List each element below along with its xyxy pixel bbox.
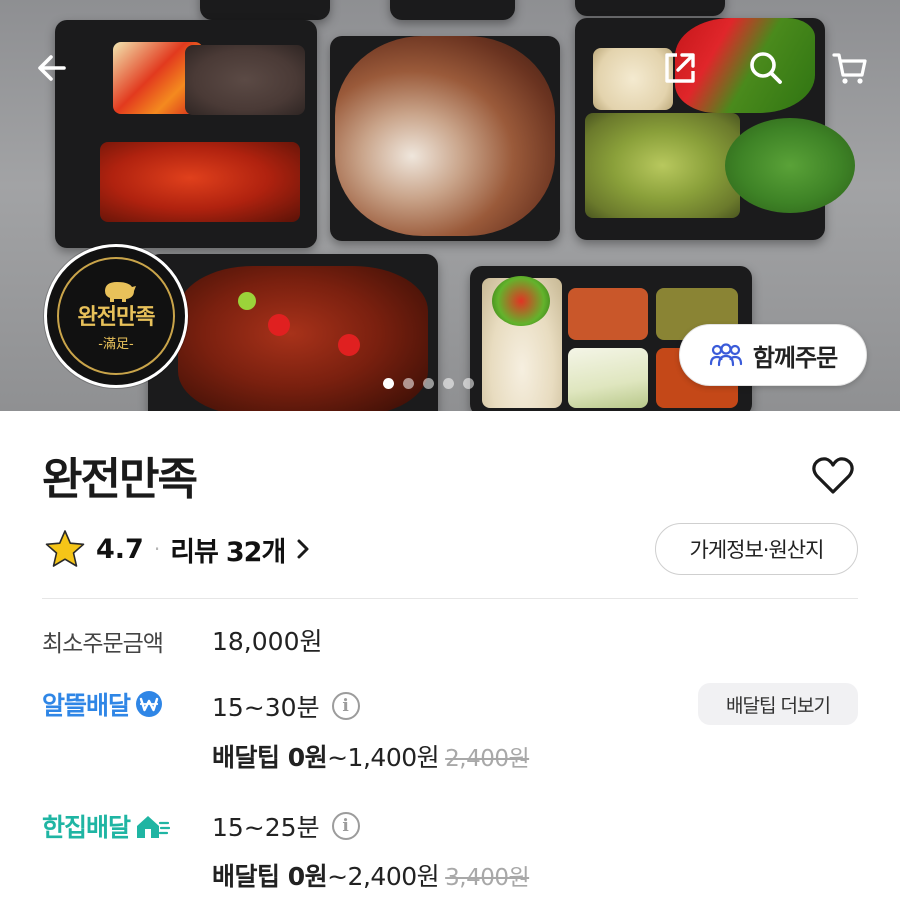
carousel-dot[interactable] xyxy=(423,378,434,389)
review-count: 32개 xyxy=(225,536,286,568)
info-icon[interactable]: i xyxy=(331,812,360,840)
cart-button[interactable] xyxy=(826,44,874,92)
cart-icon xyxy=(832,53,867,84)
together-order-button[interactable]: 함께주문 xyxy=(679,324,867,386)
original-delivery-tip: 3,400원 xyxy=(445,865,530,891)
carousel-indicator xyxy=(383,378,474,389)
delivery-brand-label: 한집배달 xyxy=(42,813,131,842)
carousel-dot[interactable] xyxy=(463,378,474,389)
delivery-time: 15~25분 xyxy=(212,813,320,842)
heart-icon xyxy=(812,457,854,494)
people-icon xyxy=(709,343,742,367)
carousel-dot[interactable] xyxy=(403,378,414,389)
original-delivery-tip: 2,400원 xyxy=(445,746,530,772)
review-label: 리뷰 xyxy=(170,536,219,568)
won-badge-icon xyxy=(136,691,163,717)
food-tray xyxy=(200,0,330,20)
store-name: 완전만족 xyxy=(42,454,198,505)
rating-row[interactable]: 4.7 · 리뷰 32개 xyxy=(44,528,311,570)
back-button[interactable] xyxy=(28,44,76,92)
min-order-value: 18,000원 xyxy=(212,627,323,656)
carousel-dot[interactable] xyxy=(383,378,394,389)
chevron-right-icon xyxy=(297,539,309,559)
more-delivery-tip-button[interactable]: 배달팁 더보기 xyxy=(698,683,858,725)
delivery-time-row: 15~30분 i xyxy=(212,688,360,724)
separator: · xyxy=(153,537,161,561)
min-order-label: 최소주문금액 xyxy=(42,631,164,657)
search-icon xyxy=(750,52,782,84)
delivery-time-row: 15~25분 i xyxy=(212,808,360,844)
fast-house-icon xyxy=(137,816,171,838)
logo-text: 완전만족 xyxy=(77,304,156,330)
delivery-time: 15~30분 xyxy=(212,693,320,722)
food-tray xyxy=(55,20,317,248)
back-arrow-icon xyxy=(38,55,66,81)
delivery-brand-saver: 알뜰배달 xyxy=(42,686,164,722)
food-tray xyxy=(330,36,560,241)
together-order-label: 함께주문 xyxy=(752,343,838,372)
share-icon xyxy=(665,53,695,83)
delivery-tip-range: ~2,400원 xyxy=(327,862,440,891)
food-tray xyxy=(390,0,515,20)
rating-value: 4.7 xyxy=(96,533,144,565)
delivery-tip-range: ~1,400원 xyxy=(327,743,440,772)
divider xyxy=(42,598,858,599)
info-icon[interactable]: i xyxy=(331,692,360,720)
delivery-brand-single: 한집배달 xyxy=(42,808,171,844)
share-button[interactable] xyxy=(656,44,704,92)
search-button[interactable] xyxy=(742,44,790,92)
store-logo: 완전만족 -滿足- xyxy=(44,244,188,388)
delivery-tip-row: 배달팁 0원 ~1,400원 2,400원 xyxy=(212,738,530,774)
favorite-button[interactable] xyxy=(808,452,858,500)
store-hero-image[interactable]: 완전만족 -滿足- 함께주문 xyxy=(0,0,900,411)
star-icon xyxy=(45,530,85,567)
food-tray xyxy=(575,0,725,16)
logo-subtext: -滿足- xyxy=(98,336,134,352)
delivery-tip-row: 배달팁 0원 ~2,400원 3,400원 xyxy=(212,857,530,893)
store-info-button[interactable]: 가게정보·원산지 xyxy=(655,523,858,575)
delivery-brand-label: 알뜰배달 xyxy=(42,691,131,720)
delivery-tip-prefix: 배달팁 0원 xyxy=(212,743,328,772)
carousel-dot[interactable] xyxy=(443,378,454,389)
delivery-tip-prefix: 배달팁 0원 xyxy=(212,862,328,891)
